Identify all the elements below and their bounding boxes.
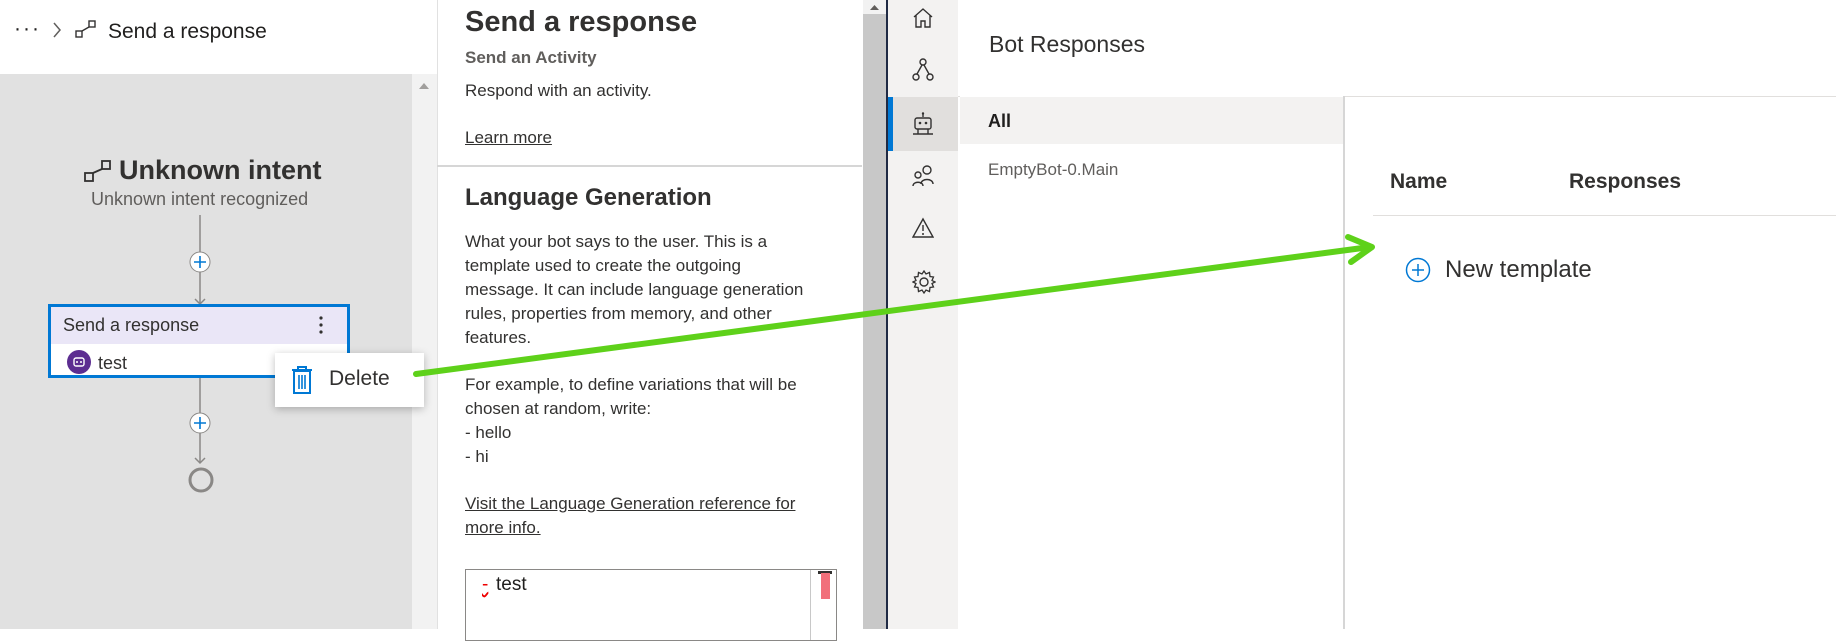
more-options-icon[interactable] <box>318 315 324 335</box>
lg-description-line: template used to create the outgoing <box>465 256 741 275</box>
property-pane-scrollbar[interactable] <box>863 0 886 629</box>
flow-end-node <box>187 466 215 494</box>
lg-example-line: For example, to define variations that w… <box>465 375 797 394</box>
canvas-scrollbar[interactable] <box>412 74 437 629</box>
column-header-name[interactable]: Name <box>1390 170 1447 194</box>
editor-gutter <box>810 570 811 640</box>
lg-description-line: What your bot says to the user. This is … <box>465 232 768 251</box>
lg-example-line: chosen at random, write: <box>465 399 652 418</box>
editor-value: test <box>496 574 527 595</box>
lg-example-line: - hi <box>465 447 489 466</box>
property-pane-description: Respond with an activity. <box>465 81 652 100</box>
breadcrumb-more-button[interactable]: ··· <box>14 17 41 41</box>
column-header-responses[interactable]: Responses <box>1569 170 1681 194</box>
section-divider <box>437 165 862 167</box>
new-template-button[interactable]: New template <box>1405 252 1605 288</box>
breadcrumb-bar: ··· Send a response <box>0 0 437 74</box>
nav-settings[interactable] <box>888 256 958 310</box>
lg-section-title: Language Generation <box>465 184 712 211</box>
node-header: Send a response <box>51 307 347 344</box>
gear-icon <box>912 270 936 294</box>
editor-dash: - <box>482 574 489 595</box>
lg-editor[interactable]: - test <box>465 569 837 641</box>
breadcrumb-current[interactable]: Send a response <box>108 20 267 44</box>
list-item-all[interactable]: All <box>960 97 1343 144</box>
lg-example: For example, to define variations that w… <box>465 373 865 469</box>
scroll-up-icon[interactable] <box>418 82 430 90</box>
home-icon <box>912 7 934 29</box>
lg-description: What your bot says to the user. This is … <box>465 230 865 350</box>
lg-description-line: rules, properties from memory, and other <box>465 304 772 323</box>
bot-response-icon <box>67 350 91 374</box>
nav-home[interactable] <box>888 0 958 46</box>
add-circle-icon <box>1405 257 1431 283</box>
warning-icon <box>912 217 934 239</box>
nav-users[interactable] <box>888 150 958 204</box>
lg-example-line: - hello <box>465 423 512 442</box>
nav-diagnostics[interactable] <box>888 203 958 257</box>
lg-description-line: message. It can include language generat… <box>465 280 804 299</box>
node-context-menu: Delete <box>275 353 424 407</box>
property-pane-title: Send a response <box>465 6 698 38</box>
trigger-flow-icon <box>75 20 97 38</box>
learn-more-link[interactable]: Learn more <box>465 128 552 148</box>
users-icon <box>912 164 934 188</box>
trigger-title[interactable]: Unknown intent <box>119 155 321 186</box>
list-item-all-label: All <box>988 111 1012 131</box>
nav-bot-responses[interactable] <box>888 97 958 151</box>
trigger-flow-icon <box>84 160 112 182</box>
nav-design[interactable] <box>888 44 958 98</box>
lg-reference-link[interactable]: Visit the Language Generation reference … <box>465 492 795 540</box>
new-template-label: New template <box>1445 256 1592 283</box>
list-item-dialog-label: EmptyBot-0.Main <box>988 160 1119 179</box>
trash-icon <box>290 365 314 395</box>
nav-items <box>888 0 958 629</box>
list-item-dialog[interactable]: EmptyBot-0.Main <box>960 150 1343 190</box>
trigger-subtitle: Unknown intent recognized <box>91 189 309 209</box>
add-node-button-top[interactable] <box>189 251 211 273</box>
delete-label: Delete <box>329 367 390 390</box>
lg-description-line: features. <box>465 328 532 347</box>
flow-icon <box>912 58 934 82</box>
lg-reference-link-line: more info. <box>465 518 541 537</box>
page-title: Bot Responses <box>989 31 1145 57</box>
scroll-up-button[interactable] <box>863 0 886 14</box>
node-title: Send a response <box>63 315 200 335</box>
page-header: Bot Responses <box>958 0 1836 97</box>
table-header-divider <box>1373 215 1836 216</box>
editor-error-marker <box>821 573 830 599</box>
add-node-button-bottom[interactable] <box>189 412 211 434</box>
chevron-right-icon <box>52 22 62 38</box>
delete-menu-item[interactable]: Delete <box>275 353 424 407</box>
property-pane-subtitle: Send an Activity <box>465 48 597 67</box>
bot-icon <box>912 112 934 136</box>
lg-reference-link-line: Visit the Language Generation reference … <box>465 494 796 513</box>
node-body-text: test <box>98 353 128 373</box>
